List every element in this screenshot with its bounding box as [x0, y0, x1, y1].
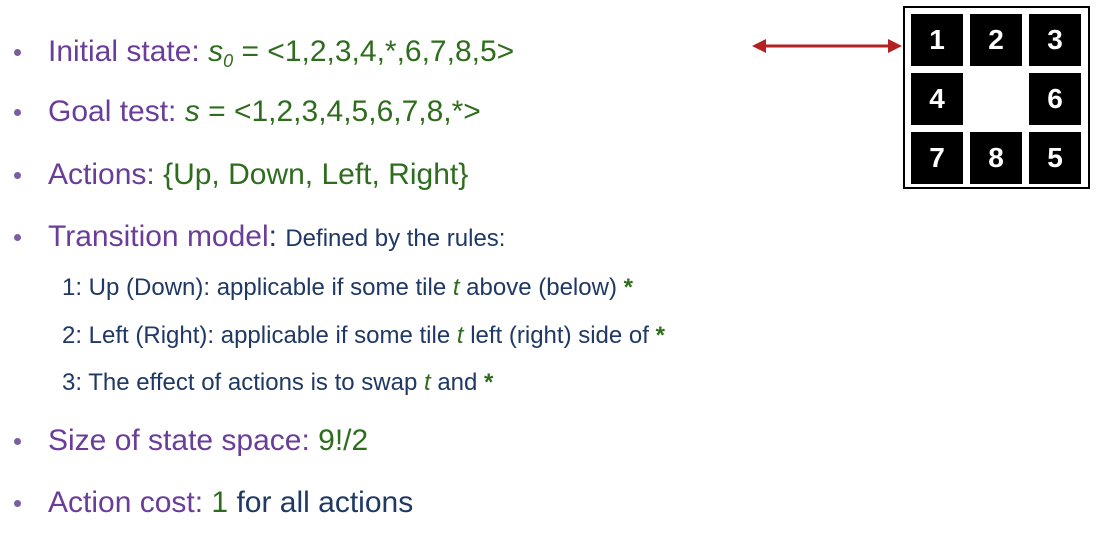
rule-tile-var: t: [456, 322, 464, 349]
bullet-text: Actions: {Up, Down, Left, Right}: [48, 155, 468, 195]
rule-text: and: [430, 369, 485, 396]
bullet-text: Size of state space: 9!/2: [48, 421, 368, 461]
rule-tile-var: t: [423, 369, 431, 396]
transition-model-label: Transition model: [48, 220, 269, 253]
state-space-label: Size of state space:: [48, 424, 310, 457]
action-cost-label: Action cost:: [48, 486, 204, 519]
bullet-text: Action cost: 1 for all actions: [48, 483, 413, 523]
rule-line-2: 2: Left (Right): applicable if some tile…: [62, 320, 665, 352]
state-variable: s: [208, 35, 224, 68]
initial-state-label: Initial state:: [48, 35, 200, 68]
rule-blank-star: *: [484, 369, 494, 396]
goal-test-value: = <1,2,3,4,5,6,7,8,*>: [208, 95, 481, 128]
bullet-text: Transition model: Defined by the rules:: [48, 217, 505, 259]
puzzle-blank-tile: [970, 73, 1022, 125]
bullet-text: Goal test: s = <1,2,3,4,5,6,7,8,*>: [48, 92, 481, 132]
rule-text: above (below): [459, 274, 624, 301]
puzzle-tile: 5: [1029, 132, 1081, 184]
action-cost-value: for all actions: [236, 486, 414, 519]
rule-text: left (right) side of: [463, 322, 656, 349]
puzzle-tile: 8: [970, 132, 1022, 184]
rule-text: 3: The effect of actions is to swap: [62, 369, 424, 396]
actions-value: {Up, Down, Left, Right}: [163, 158, 469, 191]
puzzle-tile: 3: [1029, 14, 1081, 66]
bullet-text: Initial state: s0 = <1,2,3,4,*,6,7,8,5>: [48, 32, 514, 81]
puzzle-tile: 1: [911, 14, 963, 66]
transition-model-value: Defined by the rules:: [285, 225, 506, 252]
puzzle-tile: 4: [911, 73, 963, 125]
puzzle-tile: 2: [970, 14, 1022, 66]
slide: Initial state: s0 = <1,2,3,4,*,6,7,8,5> …: [0, 0, 1108, 538]
puzzle-tile: 6: [1029, 73, 1081, 125]
rule-tile-var: t: [452, 274, 460, 301]
actions-label: Actions:: [48, 158, 155, 191]
initial-state-value: = <1,2,3,4,*,6,7,8,5>: [241, 35, 515, 68]
goal-test-label: Goal test:: [48, 95, 177, 128]
bullet-dot: [14, 172, 21, 179]
rule-text: 1: Up (Down): applicable if some tile: [62, 274, 453, 301]
bullet-dot: [14, 49, 21, 56]
rule-line-1: 1: Up (Down): applicable if some tile t …: [62, 272, 633, 304]
rule-line-3: 3: The effect of actions is to swap t an…: [62, 367, 493, 399]
action-cost-number: 1: [211, 486, 229, 519]
double-headed-arrow-icon: [752, 39, 902, 53]
bullet-dot: [14, 109, 21, 116]
goal-variable: s: [184, 95, 200, 128]
bullet-dot: [14, 234, 21, 241]
rule-text: 2: Left (Right): applicable if some tile: [62, 322, 457, 349]
puzzle-board: 1 2 3 4 6 7 8 5: [903, 6, 1090, 189]
bullet-dot: [14, 500, 21, 507]
transition-colon: :: [268, 220, 277, 253]
rule-blank-star: *: [623, 274, 633, 301]
state-subscript: 0: [223, 51, 234, 71]
rule-blank-star: *: [655, 322, 665, 349]
puzzle-tile: 7: [911, 132, 963, 184]
bullet-dot: [14, 438, 21, 445]
state-space-value: 9!/2: [318, 424, 369, 457]
